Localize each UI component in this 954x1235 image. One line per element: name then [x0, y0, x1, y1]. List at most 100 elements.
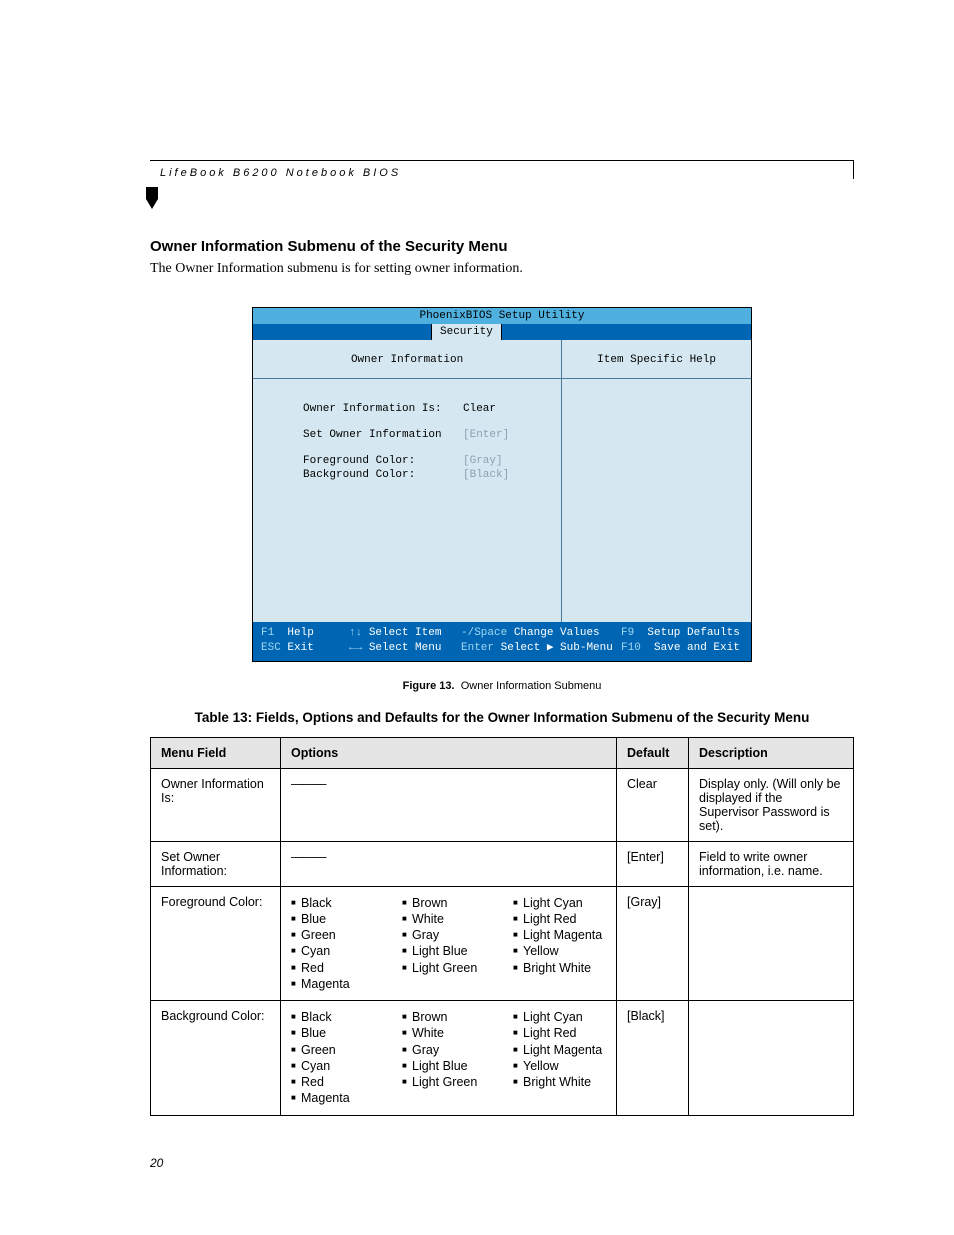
option-label: Magenta — [301, 1090, 350, 1106]
option-label: Blue — [301, 911, 326, 927]
table-cell-options: ——— — [281, 768, 617, 841]
table-cell-default: [Enter] — [617, 841, 689, 886]
table-header-menu-field: Menu Field — [151, 737, 281, 768]
table-cell-menu-field: Set Owner Information: — [151, 841, 281, 886]
bullet-icon: ■ — [513, 927, 523, 940]
option-item: ■Light Cyan — [513, 1009, 606, 1025]
option-label: Magenta — [301, 976, 350, 992]
option-label: Bright White — [523, 1074, 591, 1090]
bullet-icon: ■ — [513, 1009, 523, 1022]
option-item: ■White — [402, 911, 495, 927]
bios-row-foreground-color: Foreground Color: [Gray] — [303, 455, 561, 467]
bios-field-label: Background Color: — [303, 469, 463, 481]
bullet-icon: ■ — [402, 1009, 412, 1022]
option-item: ■Cyan — [291, 1058, 384, 1074]
bullet-icon: ■ — [402, 895, 412, 908]
table-header-description: Description — [689, 737, 854, 768]
option-label: White — [412, 1025, 444, 1041]
bullet-icon: ■ — [291, 1074, 301, 1087]
bios-key-space: -/Space — [461, 627, 507, 639]
bios-key-esc: ESC — [261, 642, 281, 654]
option-item: ■Light Magenta — [513, 927, 606, 943]
option-item: ■Light Cyan — [513, 895, 606, 911]
bullet-icon: ■ — [291, 911, 301, 924]
table-title: Table 13: Fields, Options and Defaults f… — [150, 710, 854, 725]
table-cell-menu-field: Background Color: — [151, 1001, 281, 1116]
table-row: Foreground Color:■Black■Blue■Green■Cyan■… — [151, 886, 854, 1001]
option-item: ■Light Magenta — [513, 1042, 606, 1058]
bullet-icon: ■ — [513, 943, 523, 956]
bios-key-leftright: ←→ — [349, 642, 362, 654]
option-item: ■White — [402, 1025, 495, 1041]
bios-screenshot: PhoenixBIOS Setup Utility Security Owner… — [252, 307, 752, 662]
bullet-icon: ■ — [402, 1042, 412, 1055]
option-label: Gray — [412, 927, 439, 943]
bios-key-f10: F10 — [621, 642, 641, 654]
option-item: ■Light Red — [513, 911, 606, 927]
table-cell-menu-field: Owner Information Is: — [151, 768, 281, 841]
bullet-icon: ■ — [513, 1025, 523, 1038]
running-header: LifeBook B6200 Notebook BIOS — [150, 160, 854, 179]
bios-key-save-exit: Save and Exit — [654, 642, 740, 654]
bios-key-select-item: Select Item — [369, 627, 442, 639]
table-cell-options: ■Black■Blue■Green■Cyan■Red■Magenta■Brown… — [281, 886, 617, 1001]
bullet-icon: ■ — [402, 943, 412, 956]
table-header-row: Menu Field Options Default Description — [151, 737, 854, 768]
bios-key-exit: Exit — [287, 642, 313, 654]
option-label: White — [412, 911, 444, 927]
option-item: ■Green — [291, 1042, 384, 1058]
table-cell-options: ——— — [281, 841, 617, 886]
header-marker-icon — [146, 187, 854, 214]
table-header-default: Default — [617, 737, 689, 768]
bullet-icon: ■ — [291, 1058, 301, 1071]
table-cell-description — [689, 1001, 854, 1116]
option-item: ■Magenta — [291, 976, 384, 992]
option-label: Gray — [412, 1042, 439, 1058]
fields-table: Menu Field Options Default Description O… — [150, 737, 854, 1116]
option-item: ■Gray — [402, 927, 495, 943]
option-label: Light Cyan — [523, 1009, 583, 1025]
option-item: ■Light Green — [402, 1074, 495, 1090]
option-item: ■Magenta — [291, 1090, 384, 1106]
bullet-icon: ■ — [513, 960, 523, 973]
option-item: ■Light Blue — [402, 943, 495, 959]
table-row: Background Color:■Black■Blue■Green■Cyan■… — [151, 1001, 854, 1116]
bullet-icon: ■ — [291, 1009, 301, 1022]
bios-row-background-color: Background Color: [Black] — [303, 469, 561, 481]
bullet-icon: ■ — [513, 895, 523, 908]
bullet-icon: ■ — [513, 1042, 523, 1055]
bullet-icon: ■ — [291, 960, 301, 973]
bullet-icon: ■ — [513, 911, 523, 924]
option-item: ■Green — [291, 927, 384, 943]
bios-panel-title: Owner Information — [253, 340, 561, 379]
option-label: Red — [301, 1074, 324, 1090]
option-item: ■Brown — [402, 895, 495, 911]
bios-row-set-owner-info: Set Owner Information [Enter] — [303, 429, 561, 441]
option-item: ■Yellow — [513, 1058, 606, 1074]
table-cell-description — [689, 886, 854, 1001]
bios-field-value: [Black] — [463, 469, 509, 481]
bios-tab-bar: Security — [253, 324, 751, 340]
option-label: Bright White — [523, 960, 591, 976]
figure-text: Owner Information Submenu — [461, 680, 602, 692]
option-label: Light Magenta — [523, 1042, 602, 1058]
bios-key-f1: F1 — [261, 627, 274, 639]
option-label: Light Magenta — [523, 927, 602, 943]
table-cell-default: Clear — [617, 768, 689, 841]
bios-key-setup-defaults: Setup Defaults — [647, 627, 739, 639]
bullet-icon: ■ — [402, 960, 412, 973]
bios-key-f9: F9 — [621, 627, 634, 639]
figure-caption: Figure 13. Owner Information Submenu — [150, 680, 854, 692]
option-label: Light Cyan — [523, 895, 583, 911]
option-item: ■Bright White — [513, 1074, 606, 1090]
table-row: Owner Information Is:———ClearDisplay onl… — [151, 768, 854, 841]
option-label: Light Green — [412, 1074, 477, 1090]
bios-key-help: Help — [287, 627, 313, 639]
bios-title: PhoenixBIOS Setup Utility — [253, 308, 751, 324]
bios-key-select-menu: Select Menu — [369, 642, 442, 654]
option-item: ■Cyan — [291, 943, 384, 959]
option-label: Light Red — [523, 1025, 577, 1041]
option-item: ■Black — [291, 1009, 384, 1025]
option-item: ■Gray — [402, 1042, 495, 1058]
bullet-icon: ■ — [402, 1058, 412, 1071]
